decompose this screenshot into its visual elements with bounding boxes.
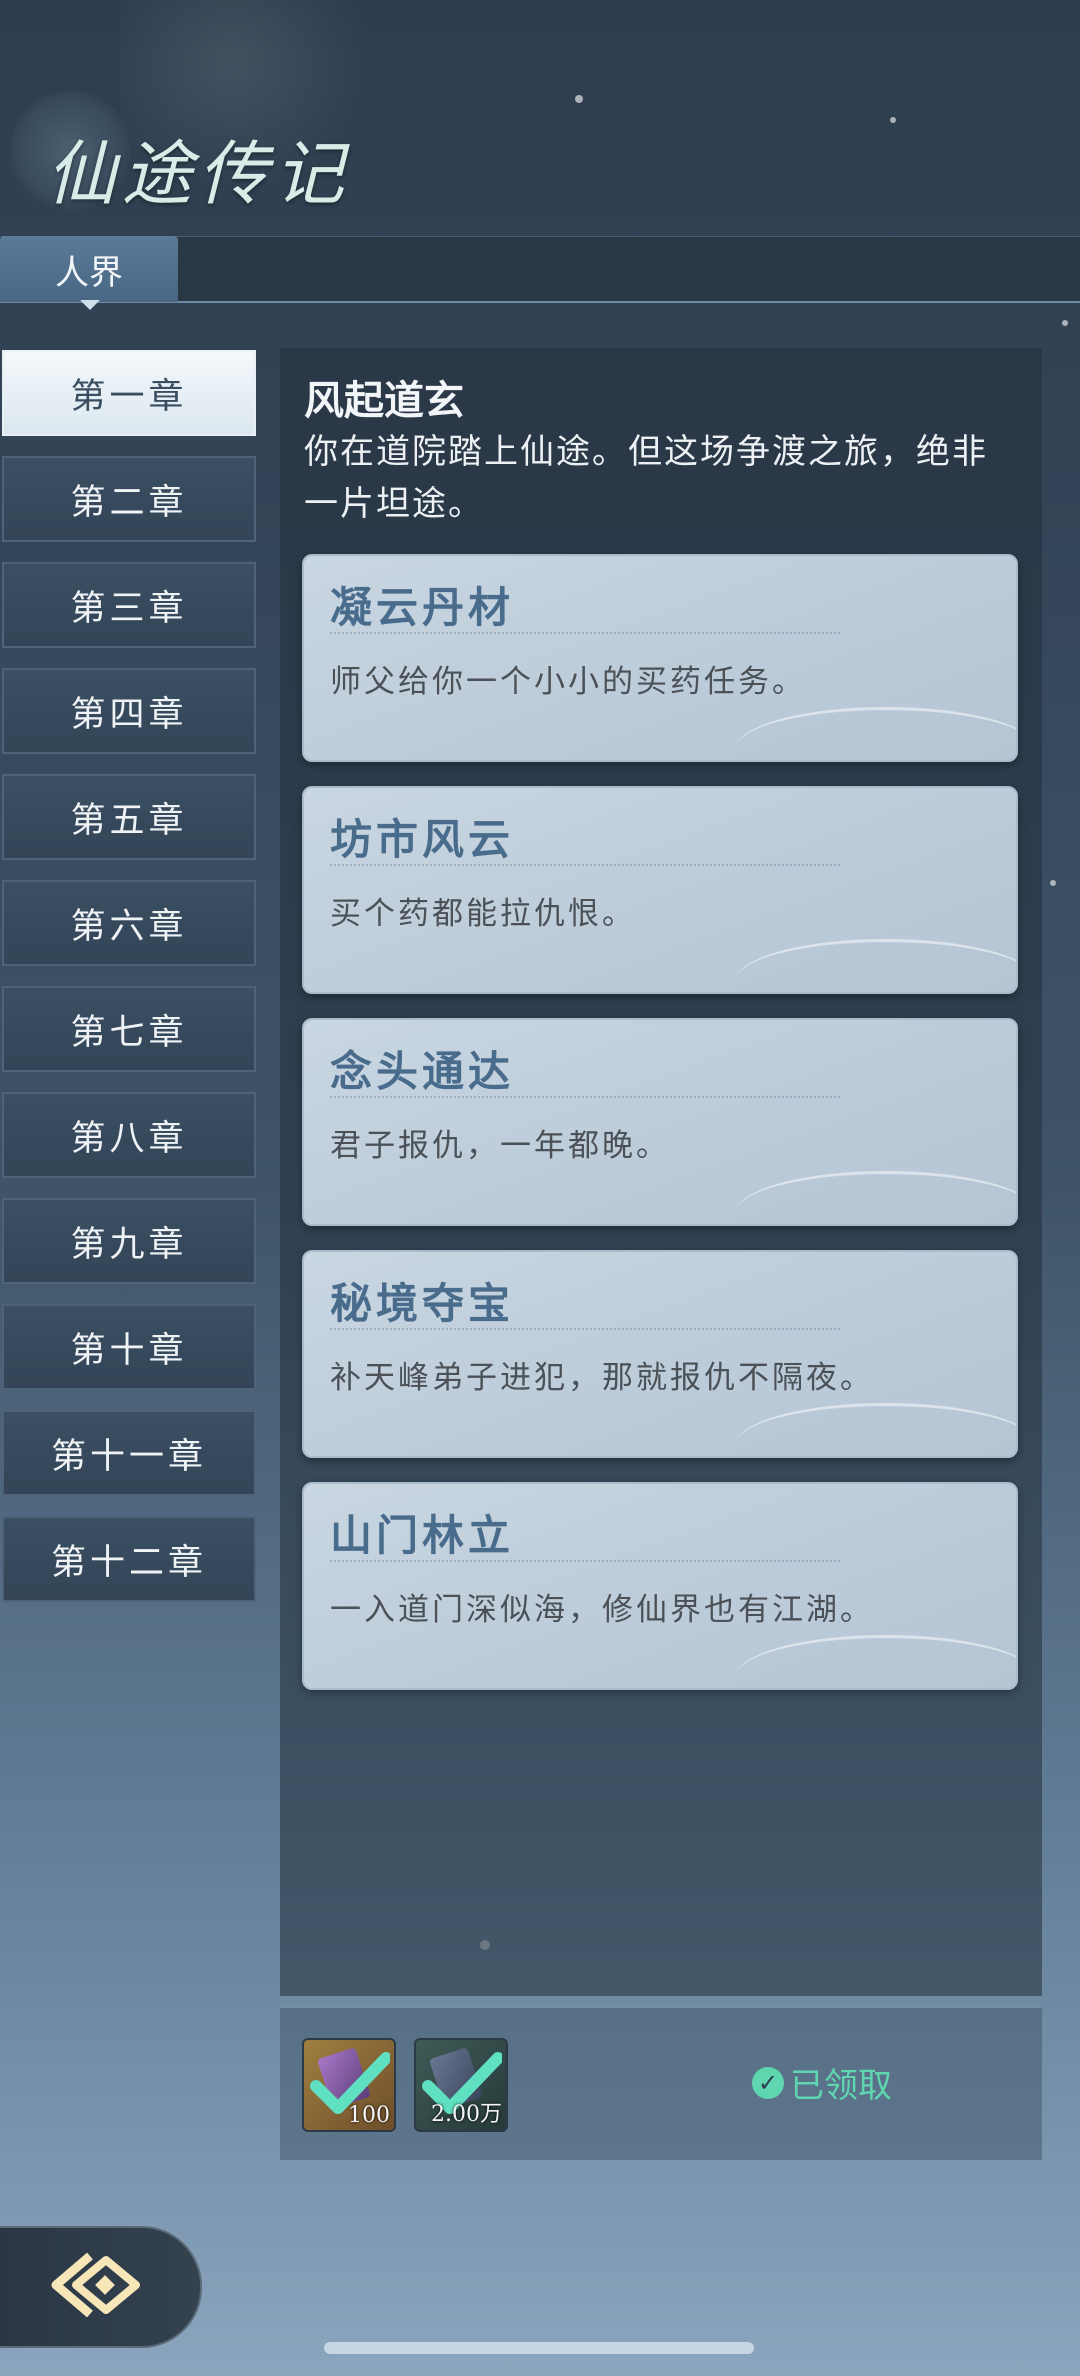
quest-text: 买个药都能拉仇恨。 [330,896,636,932]
back-arrow-icon [51,2252,140,2318]
snow-particle [1050,880,1056,886]
chapter-item-7[interactable]: 第七章 [2,986,256,1072]
quest-card[interactable]: 念头通达 君子报仇，一年都晚。 [302,1018,1018,1226]
snow-particle [1062,320,1068,326]
quest-card[interactable]: 坊市风云 买个药都能拉仇恨。 [302,786,1018,994]
quest-name: 念头通达 [330,1047,515,1096]
chapter-item-9[interactable]: 第九章 [2,1198,256,1284]
quest-text: 师父给你一个小小的买药任务。 [330,664,806,700]
chapter-item-6[interactable]: 第六章 [2,880,256,966]
divider [330,1096,840,1098]
tab-pointer-icon [80,300,100,310]
quest-name: 山门林立 [330,1511,515,1560]
reward-count: 100 [348,2103,390,2128]
reward-count: 2.00万 [431,2102,502,2127]
chapter-item-8[interactable]: 第八章 [2,1092,256,1178]
chapter-description: 你在道院踏上仙途。但这场争渡之旅，绝非一片坦途。 [304,432,988,524]
claimed-label: 已领取 [790,2066,892,2106]
check-circle-icon: ✓ [752,2066,784,2099]
back-button[interactable] [0,2226,202,2348]
chapter-title: 风起道玄 [304,377,464,424]
quest-name: 秘境夺宝 [330,1279,515,1328]
quest-card[interactable]: 山门林立 一入道门深似海，修仙界也有江湖。 [302,1482,1018,1690]
quest-text: 补天峰弟子进犯，那就报仇不隔夜。 [330,1360,874,1396]
chapter-list: 第一章 第二章 第三章 第四章 第五章 第六章 第七章 第八章 第九章 第十章 … [2,350,256,1622]
chapter-item-12[interactable]: 第十二章 [2,1516,256,1602]
page-title: 仙途传记 [46,133,350,215]
divider [330,1560,840,1562]
divider [330,632,840,634]
chapter-item-10[interactable]: 第十章 [2,1304,256,1390]
reward-item[interactable]: 100 [302,2038,396,2132]
quest-card[interactable]: 凝云丹材 师父给你一个小小的买药任务。 [302,554,1018,762]
claimed-status: ✓ 已领取 [752,2058,892,2107]
quest-name: 坊市风云 [330,815,515,864]
quest-text: 一入道门深似海，修仙界也有江湖。 [330,1592,874,1628]
reward-item[interactable]: 2.00万 [414,2038,508,2132]
divider [330,864,840,866]
chapter-item-2[interactable]: 第二章 [2,456,256,542]
chapter-item-1[interactable]: 第一章 [2,350,256,436]
home-indicator[interactable] [324,2342,754,2354]
chapter-item-11[interactable]: 第十一章 [2,1410,256,1496]
chapter-item-5[interactable]: 第五章 [2,774,256,860]
chapter-item-4[interactable]: 第四章 [2,668,256,754]
divider [330,1328,840,1330]
quest-card[interactable]: 秘境夺宝 补天峰弟子进犯，那就报仇不隔夜。 [302,1250,1018,1458]
quest-text: 君子报仇，一年都晚。 [330,1128,670,1164]
tab-human-realm[interactable]: 人界 [0,236,178,302]
chapter-item-3[interactable]: 第三章 [2,562,256,648]
quest-name: 凝云丹材 [330,583,515,632]
snow-particle [575,95,583,103]
snow-particle [890,117,896,123]
